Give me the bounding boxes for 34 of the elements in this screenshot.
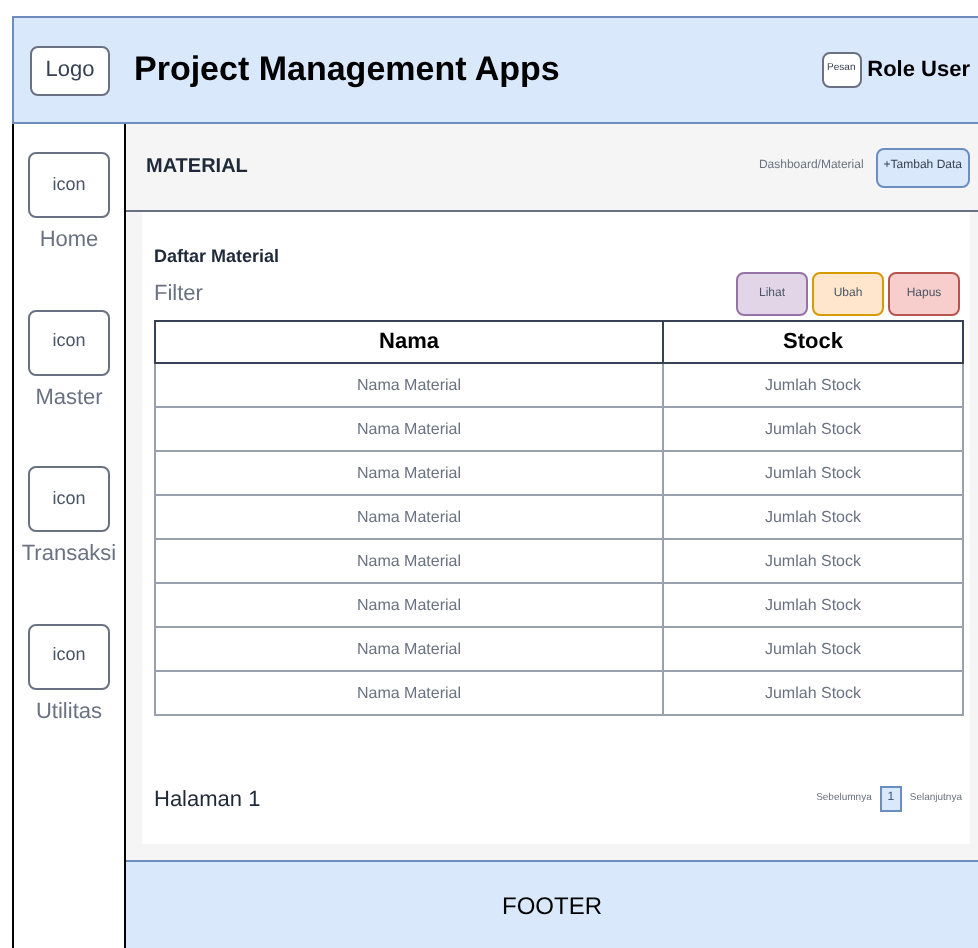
table-cell: Jumlah Stock [663, 451, 963, 495]
card-title: Daftar Material [154, 248, 282, 266]
table-cell: Jumlah Stock [663, 495, 963, 539]
icon-placeholder[interactable]: icon [28, 623, 110, 689]
icon-placeholder[interactable]: icon [28, 309, 110, 375]
table-cell: Jumlah Stock [663, 539, 963, 583]
logo[interactable]: Logo [30, 45, 110, 95]
table-cell: Nama Material [155, 495, 663, 539]
app-title: Project Management Apps [134, 48, 560, 93]
icon-placeholder[interactable]: icon [28, 152, 110, 218]
footer-text: FOOTER [502, 889, 602, 923]
column-header: Nama [155, 321, 663, 363]
table-cell: Nama Material [155, 539, 663, 583]
page-title: MATERIAL [146, 154, 248, 182]
sidebar-label[interactable]: Home [39, 224, 99, 257]
table-cell: Nama Material [155, 407, 663, 451]
table-cell: Nama Material [155, 363, 663, 407]
column-header: Stock [663, 321, 963, 363]
filter-label: Filter [154, 279, 203, 310]
table-cell: Nama Material [155, 583, 663, 627]
sidebar-label[interactable]: Utilitas [35, 695, 102, 728]
table-cell: Nama Material [155, 627, 663, 671]
page-indicator: Halaman 1 [154, 785, 261, 815]
table-cell: Jumlah Stock [663, 671, 963, 715]
sidebar-label[interactable]: Master [35, 381, 103, 414]
table-cell: Nama Material [155, 671, 663, 715]
table-cell: Jumlah Stock [663, 583, 963, 627]
user-role: Role User [867, 55, 970, 86]
sidebar-label[interactable]: Transaksi [21, 538, 117, 571]
table-cell: Jumlah Stock [663, 363, 963, 407]
icon-placeholder[interactable]: icon [28, 466, 110, 532]
table-cell: Jumlah Stock [663, 627, 963, 671]
table-cell: Jumlah Stock [663, 407, 963, 451]
table-cell: Nama Material [155, 451, 663, 495]
